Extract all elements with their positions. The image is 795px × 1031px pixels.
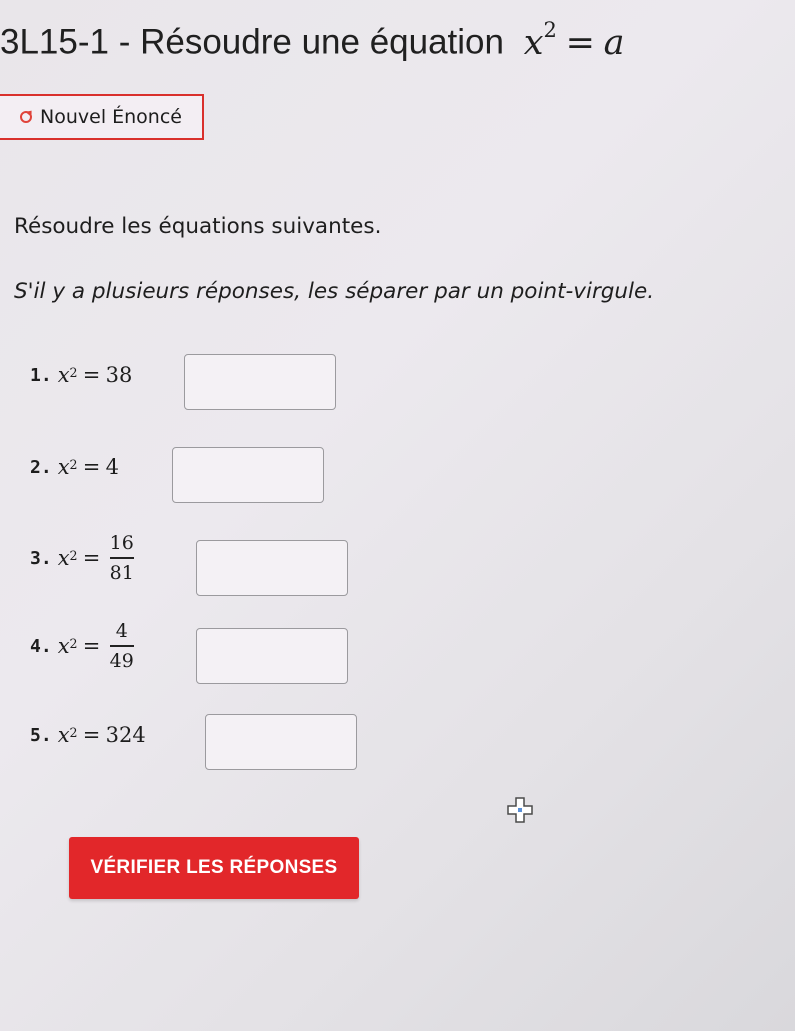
question-number: 5. (30, 724, 52, 746)
question-4: 4. x 2 = 4 49 (30, 620, 134, 672)
question-5: 5. x 2 = 324 (30, 723, 146, 747)
instruction-line-2: S'il y a plusieurs réponses, les séparer… (14, 279, 655, 304)
answer-input-1[interactable] (184, 354, 336, 410)
denominator: 49 (109, 650, 134, 672)
question-number: 1. (30, 364, 52, 386)
fraction: 4 49 (109, 620, 134, 672)
question-equation: x 2 = 16 81 (57, 532, 134, 584)
page-title: 3L15-1 - Résoudre une équation x2 = a (0, 17, 625, 63)
fraction: 16 81 (109, 532, 134, 584)
numerator: 16 (109, 532, 134, 554)
verify-answers-button[interactable]: VÉRIFIER LES RÉPONSES (69, 837, 359, 899)
question-equation: x 2 = 324 (57, 723, 146, 747)
fraction-bar (109, 557, 134, 559)
answer-input-3[interactable] (196, 540, 348, 596)
question-equation: x 2 = 38 (57, 363, 133, 387)
new-statement-button[interactable]: Nouvel Énoncé (0, 94, 204, 140)
question-2: 2. x 2 = 4 (30, 455, 119, 479)
instruction-line-1: Résoudre les équations suivantes. (14, 214, 382, 239)
question-number: 4. (30, 635, 52, 657)
question-3: 3. x 2 = 16 81 (30, 532, 134, 584)
page-title-text: 3L15-1 - Résoudre une équation (0, 22, 504, 62)
question-1: 1. x 2 = 38 (30, 363, 132, 387)
numerator: 4 (115, 620, 128, 642)
answer-input-2[interactable] (172, 447, 324, 503)
new-statement-label: Nouvel Énoncé (40, 106, 182, 128)
question-equation: x 2 = 4 49 (57, 620, 134, 672)
question-number: 3. (30, 547, 52, 569)
title-equation: x2 = a (523, 17, 625, 63)
answer-input-4[interactable] (196, 628, 348, 684)
refresh-icon (20, 111, 32, 123)
fraction-bar (109, 645, 134, 647)
question-equation: x 2 = 4 (57, 455, 120, 479)
crosshair-cursor-icon (507, 797, 533, 823)
denominator: 81 (109, 562, 134, 584)
answer-input-5[interactable] (205, 714, 357, 770)
question-number: 2. (30, 456, 52, 478)
